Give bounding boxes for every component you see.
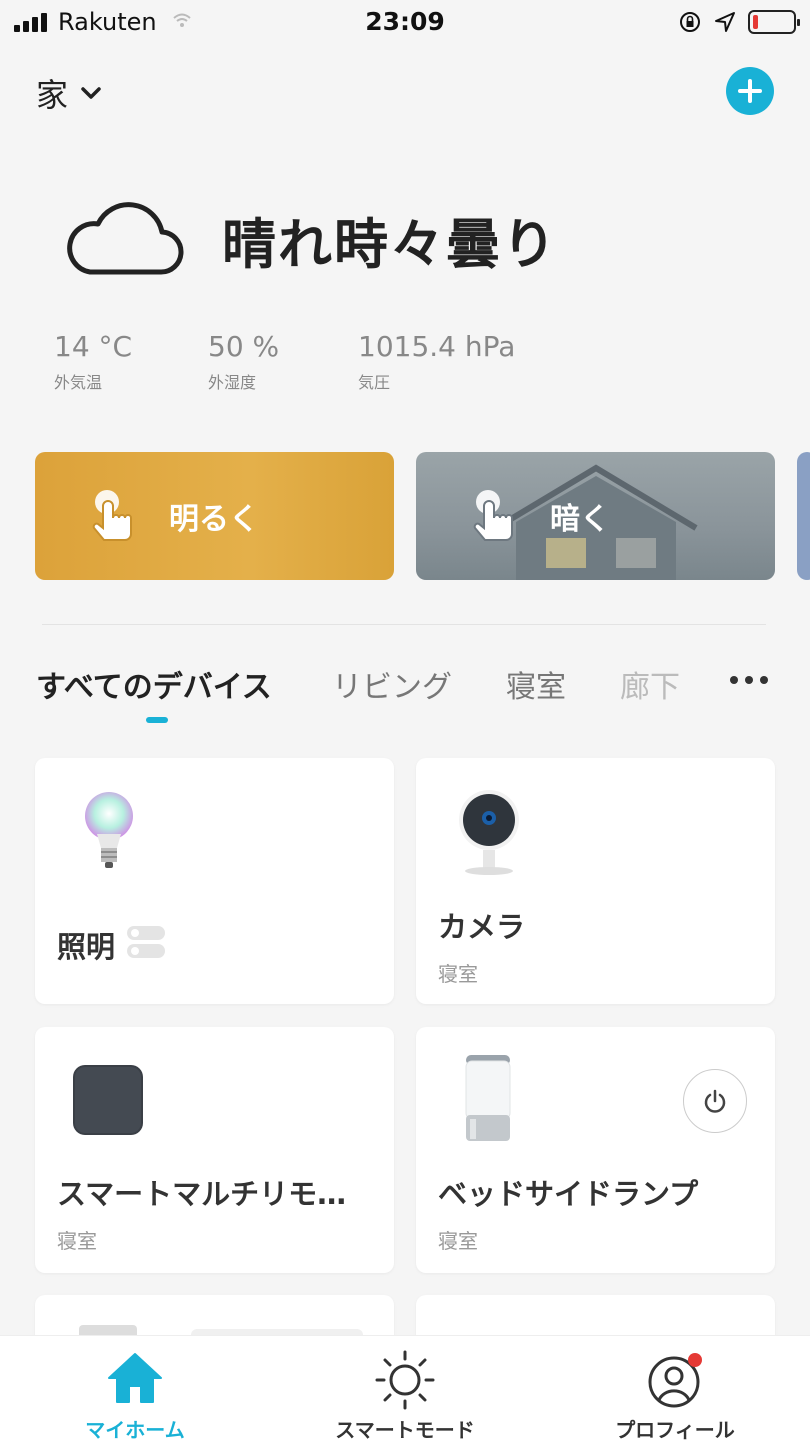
profile-icon — [648, 1353, 702, 1408]
tap-hand-icon — [92, 490, 132, 541]
bottom-nav: マイホーム スマートモード プロフィール — [0, 1335, 810, 1441]
tab-indicator — [146, 717, 168, 723]
power-icon — [704, 1089, 726, 1113]
pressure-stat: 1015.4 hPa 気圧 — [358, 330, 515, 393]
divider — [42, 624, 766, 625]
nav-my-home[interactable]: マイホーム — [0, 1336, 270, 1441]
nav-label: プロフィール — [615, 1418, 735, 1441]
scene-next-card[interactable] — [797, 452, 810, 580]
plus-icon — [738, 79, 762, 103]
home-selector[interactable]: 家 — [36, 70, 102, 116]
humidity-value: 50 % — [208, 330, 280, 363]
battery-icon — [748, 10, 800, 34]
weather-condition: 晴れ時々曇り — [222, 213, 558, 276]
more-dots-icon — [730, 676, 768, 684]
temperature-stat: 14 °C 外気温 — [54, 330, 132, 393]
device-name: 照明 — [57, 930, 116, 964]
pressure-value: 1015.4 hPa — [358, 330, 516, 363]
device-card-lamp[interactable]: ベッドサイドランプ 寝室 — [416, 1027, 775, 1273]
group-icon — [127, 926, 165, 958]
pressure-label: 気圧 — [358, 373, 391, 392]
device-card-camera[interactable]: カメラ 寝室 — [416, 758, 775, 1004]
location-icon — [715, 12, 735, 32]
tap-hand-icon — [473, 490, 513, 541]
sun-icon — [375, 1350, 435, 1410]
status-bar: Rakuten 23:09 — [0, 0, 810, 46]
device-room: 寝室 — [438, 962, 478, 986]
tab-bedroom[interactable]: 寝室 — [506, 662, 566, 706]
home-name: 家 — [36, 76, 69, 114]
scene-brighten-label: 明るく — [169, 502, 259, 537]
device-room: 寝室 — [438, 1229, 478, 1253]
cloud-icon — [67, 202, 184, 275]
add-button[interactable] — [726, 67, 774, 115]
temperature-value: 14 °C — [54, 330, 133, 363]
tab-all-devices[interactable]: すべてのデバイス — [36, 662, 272, 706]
humidity-stat: 50 % 外湿度 — [208, 330, 279, 393]
status-icons — [678, 8, 800, 36]
chevron-down-icon — [81, 87, 101, 99]
home-icon — [108, 1353, 162, 1403]
scene-brighten-button[interactable]: 明るく — [35, 452, 394, 580]
more-tabs-button[interactable] — [728, 670, 770, 694]
color-bulb-icon — [85, 792, 133, 868]
tab-hallway[interactable]: 廊下 — [620, 662, 680, 706]
lamp-icon — [465, 1055, 511, 1141]
camera-icon — [459, 790, 519, 875]
humidity-label: 外湿度 — [208, 373, 257, 392]
device-room: 寝室 — [57, 1229, 97, 1253]
device-name: ベッドサイドランプ — [438, 1177, 699, 1211]
scene-darken-button[interactable]: 暗く — [416, 452, 775, 580]
power-button[interactable] — [683, 1069, 747, 1133]
device-card-light[interactable]: 照明 — [35, 758, 394, 1004]
scene-darken-label: 暗く — [550, 502, 610, 537]
nav-label: マイホーム — [85, 1418, 185, 1441]
nav-label: スマートモード — [335, 1418, 475, 1441]
rotation-lock-icon — [680, 12, 700, 32]
device-name: カメラ — [438, 910, 526, 944]
device-card-remote[interactable]: スマートマルチリモ… 寝室 — [35, 1027, 394, 1273]
remote-hub-icon — [73, 1065, 143, 1135]
nav-smart-mode[interactable]: スマートモード — [270, 1336, 540, 1441]
temperature-label: 外気温 — [54, 373, 103, 392]
tab-living[interactable]: リビング — [332, 662, 452, 706]
nav-profile[interactable]: プロフィール — [540, 1336, 810, 1441]
device-name: スマートマルチリモ… — [57, 1177, 347, 1211]
